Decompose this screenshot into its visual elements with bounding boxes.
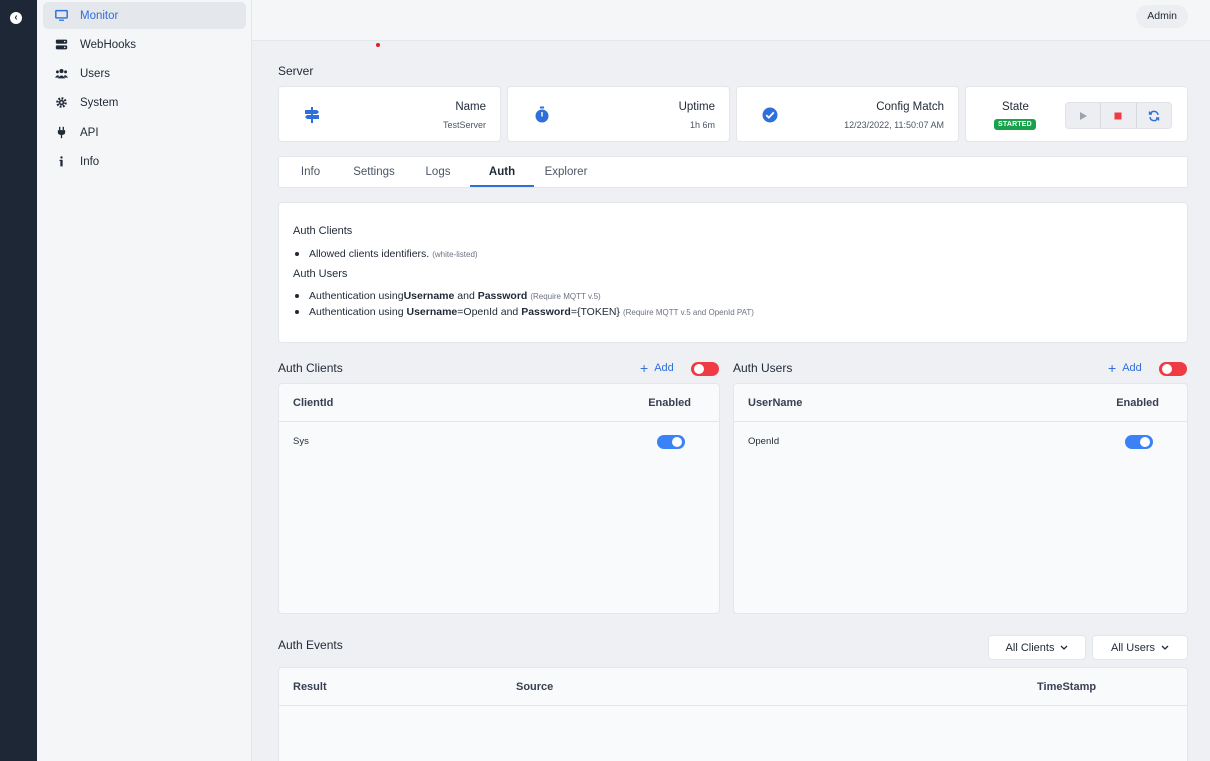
check-circle-icon <box>762 107 778 123</box>
auth-users-title: Auth Users <box>733 361 793 375</box>
server-section-title: Server <box>278 64 314 78</box>
sidebar-item-webhooks[interactable]: WebHooks <box>43 31 246 58</box>
server-controls <box>1065 102 1172 129</box>
uptime-value: 1h 6m <box>689 120 715 130</box>
state-label: State <box>1002 101 1029 113</box>
client-id-cell: Sys <box>293 436 309 447</box>
plus-icon: + <box>640 359 649 376</box>
sidebar-item-label: Info <box>80 155 100 168</box>
auth-info-panel: Auth Clients Allowed clients identifiers… <box>278 202 1188 343</box>
list-item: Allowed clients identifiers. (white-list… <box>293 248 478 260</box>
signpost-icon <box>305 107 319 123</box>
plug-icon <box>43 126 80 139</box>
tab-explorer[interactable]: Explorer <box>534 157 598 187</box>
client-enabled-toggle[interactable] <box>657 435 685 449</box>
tab-bar: Info Settings Logs Auth Explorer <box>278 156 1188 188</box>
auth-events-table: Result Source TimeStamp <box>278 667 1188 761</box>
users-icon <box>43 67 80 80</box>
sidebar-item-users[interactable]: Users <box>43 60 246 87</box>
chevron-down-icon <box>1060 645 1068 650</box>
list-item: Authentication using Username and Passwo… <box>293 290 601 302</box>
config-match-card: Config Match 12/23/2022, 11:50:07 AM <box>736 86 959 142</box>
collapse-rail: ‹ <box>0 0 37 761</box>
auth-users-table: UserName Enabled OpenId <box>733 383 1188 614</box>
add-user-button[interactable]: + Add <box>1108 359 1142 376</box>
column-header: ClientId <box>293 397 334 409</box>
column-header: UserName <box>748 397 803 409</box>
sidebar-item-monitor[interactable]: Monitor <box>43 2 246 29</box>
start-button[interactable] <box>1066 103 1102 128</box>
sidebar-item-info[interactable]: Info <box>43 148 246 175</box>
list-item: Authentication using Username =OpenId and… <box>293 306 754 318</box>
config-match-value: 12/23/2022, 11:50:07 AM <box>844 120 944 130</box>
table-header: ClientId Enabled <box>279 384 719 422</box>
uptime-label: Uptime <box>678 101 715 113</box>
tab-settings[interactable]: Settings <box>342 157 406 187</box>
users-filter-dropdown[interactable]: All Users <box>1092 635 1188 660</box>
stop-button[interactable] <box>1101 103 1137 128</box>
server-name-card: Name TestServer <box>278 86 501 142</box>
stop-icon <box>1114 112 1122 119</box>
auth-users-toggle[interactable] <box>1159 362 1187 376</box>
sidebar-item-label: WebHooks <box>80 38 137 51</box>
clients-filter-dropdown[interactable]: All Clients <box>988 635 1086 660</box>
username-cell: OpenId <box>748 436 780 447</box>
tab-auth[interactable]: Auth <box>470 157 534 187</box>
sidebar-item-label: System <box>80 96 119 109</box>
monitor-icon <box>43 9 80 22</box>
chevron-down-icon <box>1161 645 1169 650</box>
uptime-card: Uptime 1h 6m <box>507 86 730 142</box>
sidebar-item-label: Users <box>80 67 111 80</box>
server-icon <box>43 38 80 51</box>
sidebar-item-label: Monitor <box>80 9 119 22</box>
name-value: TestServer <box>442 120 486 130</box>
restart-button[interactable] <box>1137 103 1171 128</box>
play-icon <box>1080 111 1088 120</box>
table-header: Result Source TimeStamp <box>279 668 1187 706</box>
tab-logs[interactable]: Logs <box>406 157 470 187</box>
sidebar-item-system[interactable]: System <box>43 89 246 116</box>
auth-clients-heading: Auth Clients <box>293 225 353 237</box>
auth-events-title: Auth Events <box>278 638 343 652</box>
plus-icon: + <box>1108 359 1117 376</box>
sidebar-item-api[interactable]: API <box>43 119 246 146</box>
auth-clients-title: Auth Clients <box>278 361 343 375</box>
column-header: TimeStamp <box>1037 681 1097 693</box>
auth-clients-toggle[interactable] <box>691 362 719 376</box>
column-header: Result <box>293 681 327 693</box>
name-label: Name <box>455 101 486 113</box>
top-bar: Admin <box>252 0 1210 41</box>
state-card: State STARTED <box>965 86 1188 142</box>
column-header: Source <box>516 681 554 693</box>
collapse-sidebar-icon[interactable]: ‹ <box>10 12 22 24</box>
add-client-button[interactable]: + Add <box>640 359 674 376</box>
column-header: Enabled <box>1116 397 1159 409</box>
auth-clients-table: ClientId Enabled Sys <box>278 383 720 614</box>
table-header: UserName Enabled <box>734 384 1187 422</box>
auth-users-heading: Auth Users <box>293 268 348 280</box>
info-icon <box>43 155 80 168</box>
tab-info[interactable]: Info <box>279 157 342 187</box>
stopwatch-icon <box>535 106 549 123</box>
column-header: Enabled <box>648 397 691 409</box>
sidebar-item-label: API <box>80 126 99 139</box>
config-match-label: Config Match <box>876 101 944 113</box>
gear-icon <box>43 96 80 109</box>
status-dot <box>376 43 380 47</box>
user-enabled-toggle[interactable] <box>1125 435 1153 449</box>
sidebar: Monitor WebHooks Users System API Info <box>37 0 252 761</box>
status-badge: STARTED <box>994 119 1036 130</box>
refresh-icon <box>1148 110 1160 121</box>
user-menu-button[interactable]: Admin <box>1136 5 1188 28</box>
